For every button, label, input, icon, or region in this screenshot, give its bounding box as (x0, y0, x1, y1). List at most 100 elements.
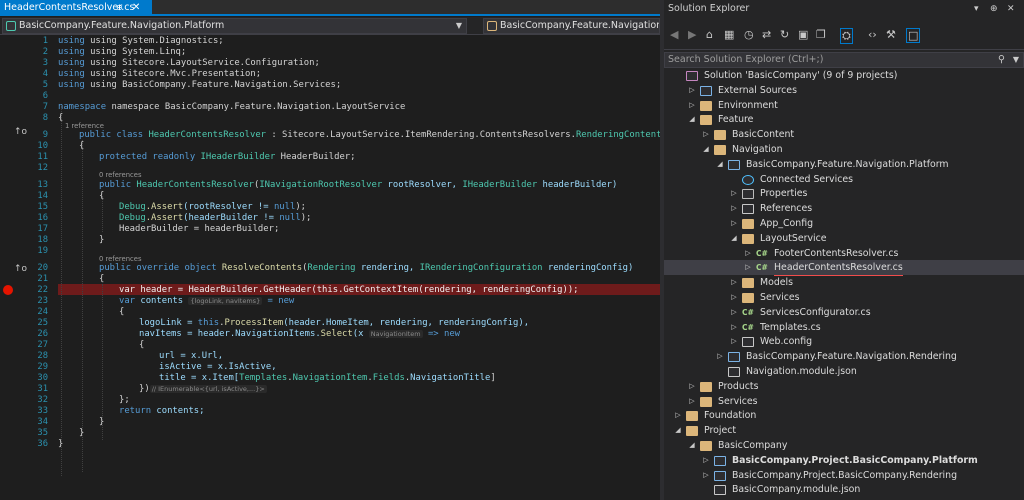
collapsed-chevron-icon[interactable]: ▷ (730, 290, 738, 305)
properties-icon[interactable]: ⚒ (886, 28, 896, 41)
tree-item[interactable]: ▷ C# Templates.cs (664, 320, 1024, 335)
collapsed-chevron-icon[interactable]: ▷ (716, 349, 724, 364)
close-icon[interactable]: ✕ (132, 0, 140, 16)
tree-item[interactable]: ▷ Properties (664, 186, 1024, 201)
line-number: 35 (37, 428, 48, 438)
pin-icon[interactable]: ⊕ (116, 0, 123, 16)
collapsed-chevron-icon[interactable]: ▷ (730, 320, 738, 335)
pending-changes-icon[interactable]: ◷ (744, 28, 754, 41)
tree-item-label: Web.config (760, 336, 813, 348)
tab-header-contents-resolver[interactable]: HeaderContentsResolver.cs ⊕ ✕ (0, 0, 152, 16)
code-text-area[interactable]: using using System.Diagnostics; using us… (58, 36, 660, 500)
tree-item[interactable]: ▷ C# ServicesConfigurator.cs (664, 305, 1024, 320)
codelens-references[interactable]: 1 reference (65, 122, 104, 130)
implementation-glyph-icon[interactable]: ↑o (14, 127, 27, 137)
tree-item[interactable]: ◢ BasicCompany.Feature.Navigation.Platfor… (664, 157, 1024, 172)
chevron-down-icon[interactable]: ▼ (1013, 53, 1019, 67)
collapsed-chevron-icon[interactable]: ▷ (730, 305, 738, 320)
tree-item[interactable]: ◢ LayoutService (664, 231, 1024, 246)
line-number: 34 (37, 417, 48, 427)
collapsed-chevron-icon[interactable]: ▷ (730, 201, 738, 216)
expanded-chevron-icon[interactable]: ◢ (688, 438, 696, 453)
codelens-references[interactable]: 0 references (99, 171, 141, 179)
tree-item[interactable]: ▷ References (664, 201, 1024, 216)
collapsed-chevron-icon[interactable]: ▷ (688, 98, 696, 113)
search-icon[interactable]: ⚲ (998, 53, 1005, 67)
tree-item[interactable]: ◢ Navigation (664, 142, 1024, 157)
home-icon[interactable]: ⌂ (706, 28, 713, 41)
expanded-chevron-icon[interactable]: ◢ (730, 231, 738, 246)
collapsed-chevron-icon[interactable]: ▷ (730, 186, 738, 201)
tree-item[interactable]: Connected Services (664, 172, 1024, 187)
expanded-chevron-icon[interactable]: ◢ (688, 112, 696, 127)
collapsed-chevron-icon[interactable]: ▷ (702, 127, 710, 142)
tree-item[interactable]: Navigation.module.json (664, 364, 1024, 379)
window-position-icon[interactable]: ▾ (974, 0, 979, 18)
solutions-view-icon[interactable]: ▦ (724, 28, 734, 41)
tree-item[interactable]: ▷ Environment (664, 98, 1024, 113)
tree-item[interactable]: ▷ Models (664, 275, 1024, 290)
solution-explorer-panel: Solution Explorer ▾ ⊕ ✕ ◀ ▶ ⌂ ▦ ◷ ⇄ ↻ ▣ … (664, 0, 1024, 500)
solution-tree[interactable]: Solution 'BasicCompany' (9 of 9 projects… (664, 68, 1024, 500)
tree-item[interactable]: ▷ BasicContent (664, 127, 1024, 142)
tree-item[interactable]: Solution 'BasicCompany' (9 of 9 projects… (664, 68, 1024, 83)
type-dropdown[interactable]: BasicCompany.Feature.Navigation.Layou (483, 18, 660, 34)
tree-item-label: Feature (718, 114, 754, 126)
tree-item[interactable]: ▷ Services (664, 290, 1024, 305)
code-line: { (99, 191, 105, 201)
collapse-all-icon[interactable]: ▣ (798, 28, 808, 41)
expanded-chevron-icon[interactable]: ◢ (716, 157, 724, 172)
tree-item[interactable]: ▷ BasicCompany.Project.BasicCompany.Rende… (664, 468, 1024, 483)
code-line: { (79, 141, 85, 151)
tree-item[interactable]: ◢ BasicCompany (664, 438, 1024, 453)
override-glyph-icon[interactable]: ↑o (14, 264, 27, 274)
collapsed-chevron-icon[interactable]: ▷ (730, 334, 738, 349)
forward-icon[interactable]: ▶ (688, 28, 696, 41)
show-all-files-icon[interactable]: ❐ (816, 28, 826, 41)
tree-item[interactable]: ▷ Web.config (664, 334, 1024, 349)
code-editor[interactable]: HeaderContentsResolver.cs ⊕ ✕ BasicCompa… (0, 0, 660, 500)
tree-item[interactable]: ▷ Products (664, 379, 1024, 394)
codelens-references[interactable]: 0 references (99, 255, 141, 263)
line-number: 13 (37, 180, 48, 190)
refresh-icon[interactable]: ↻ (780, 28, 789, 41)
collapsed-chevron-icon[interactable]: ▷ (730, 216, 738, 231)
tree-item[interactable]: ▷ BasicCompany.Project.BasicCompany.Platf… (664, 453, 1024, 468)
tree-item-label: BasicCompany.module.json (732, 484, 861, 496)
filter-icon[interactable]: ⛭ (840, 28, 853, 44)
collapsed-chevron-icon[interactable]: ▷ (688, 83, 696, 98)
tree-item-label: Connected Services (760, 173, 853, 185)
tree-item[interactable]: ◢ Feature (664, 112, 1024, 127)
auto-hide-pin-icon[interactable]: ⊕ (990, 0, 998, 18)
expanded-chevron-icon[interactable]: ◢ (702, 142, 710, 157)
breakpoint-icon[interactable] (3, 285, 13, 295)
collapsed-chevron-icon[interactable]: ▷ (744, 260, 752, 275)
tree-item[interactable]: ▷ C# FooterContentsResolver.cs (664, 246, 1024, 261)
tree-item[interactable]: ▷ Services (664, 394, 1024, 409)
tree-item[interactable]: ▷ Foundation (664, 408, 1024, 423)
search-input[interactable]: Search Solution Explorer (Ctrl+;) ⚲ ▼ (664, 52, 1024, 68)
line-number: 15 (37, 202, 48, 212)
tree-item[interactable]: ▷ BasicCompany.Feature.Navigation.Renderi… (664, 349, 1024, 364)
collapsed-chevron-icon[interactable]: ▷ (730, 275, 738, 290)
tree-item[interactable]: ▷ External Sources (664, 83, 1024, 98)
tree-item[interactable]: BasicCompany.module.json (664, 482, 1024, 497)
collapsed-chevron-icon[interactable]: ▷ (688, 394, 696, 409)
tree-item[interactable]: ▷ C# HeaderContentsResolver.cs (664, 260, 1024, 277)
back-icon[interactable]: ◀ (670, 28, 678, 41)
collapsed-chevron-icon[interactable]: ▷ (674, 408, 682, 423)
preview-selected-icon[interactable]: □ (906, 28, 921, 43)
code-line: } (79, 428, 85, 438)
expanded-chevron-icon[interactable]: ◢ (674, 423, 682, 438)
tab-label: HeaderContentsResolver.cs (4, 2, 135, 13)
tree-item[interactable]: ▷ App_Config (664, 216, 1024, 231)
collapsed-chevron-icon[interactable]: ▷ (702, 468, 710, 483)
close-icon[interactable]: ✕ (1007, 0, 1015, 18)
project-dropdown[interactable]: BasicCompany.Feature.Navigation.Platform… (2, 18, 467, 34)
collapsed-chevron-icon[interactable]: ▷ (702, 453, 710, 468)
collapsed-chevron-icon[interactable]: ▷ (744, 246, 752, 261)
collapsed-chevron-icon[interactable]: ▷ (688, 379, 696, 394)
tree-item[interactable]: ◢ Project (664, 423, 1024, 438)
sync-icon[interactable]: ⇄ (762, 28, 771, 41)
code-view-icon[interactable]: ‹› (868, 28, 877, 41)
